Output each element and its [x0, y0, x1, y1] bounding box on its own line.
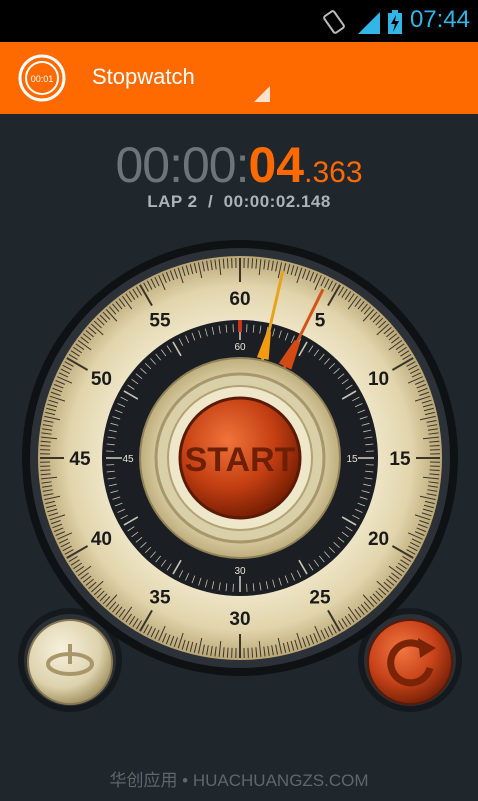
start-button-label: START	[185, 441, 296, 479]
dial-label: 10	[368, 369, 389, 390]
reset-button[interactable]	[367, 619, 453, 705]
action-bar: 00:01 Stopwatch	[0, 42, 478, 114]
zero-marker	[238, 320, 242, 332]
battery-charging-icon	[388, 10, 402, 34]
dial-label: 5	[315, 310, 326, 331]
stopwatch-app-icon[interactable]: 00:01	[18, 54, 66, 102]
dial-tick	[429, 444, 440, 447]
dial-label: 55	[149, 310, 171, 331]
lap-time: LAP 2 / 00:00:02.148	[147, 192, 331, 211]
dial-tick	[226, 647, 229, 658]
dial-label: 45	[69, 449, 91, 470]
dial-label: 15	[389, 449, 411, 470]
inner-dial-label: 45	[122, 454, 134, 465]
cell-signal-icon	[358, 12, 380, 34]
watermark: 华创应用 • HUACHUANGZS.COM	[109, 771, 369, 790]
timer-readout: 00:00:04.363	[0, 136, 478, 196]
screen-rotation-icon	[323, 10, 345, 34]
dial-tick	[251, 647, 254, 658]
app-title[interactable]: Stopwatch	[92, 64, 195, 90]
dial-label: 40	[91, 529, 112, 550]
app-icon-text: 00:01	[31, 74, 54, 84]
inner-dial-label: 30	[234, 566, 246, 577]
dial-label: 50	[91, 369, 112, 390]
inner-dial-label: 15	[346, 454, 358, 465]
dial-label: 60	[229, 289, 250, 310]
lap-button[interactable]	[27, 619, 113, 705]
dial-label: 30	[229, 609, 250, 630]
dial-tick	[429, 469, 440, 472]
stopwatch-dial: 60 5 10 15 20 25 30 35 40 45 50 55 60 15 30 45 START	[18, 240, 462, 712]
dial-tick	[226, 258, 229, 269]
timer-seconds: 04	[248, 137, 305, 193]
timer-hours-minutes: 00:00:	[115, 137, 249, 193]
dial-tick	[251, 258, 254, 269]
status-bar: 07:44	[0, 0, 478, 42]
dial-tick	[40, 444, 51, 447]
status-clock: 07:44	[409, 6, 470, 33]
timer-milliseconds: .363	[304, 156, 363, 189]
dial-tick	[40, 469, 51, 472]
inner-dial-label: 60	[234, 342, 246, 353]
dial-label: 20	[368, 529, 389, 550]
dial-label: 35	[149, 588, 171, 609]
dial-label: 25	[309, 588, 331, 609]
start-button[interactable]: START	[178, 396, 302, 520]
dropdown-triangle-icon[interactable]	[254, 86, 270, 102]
